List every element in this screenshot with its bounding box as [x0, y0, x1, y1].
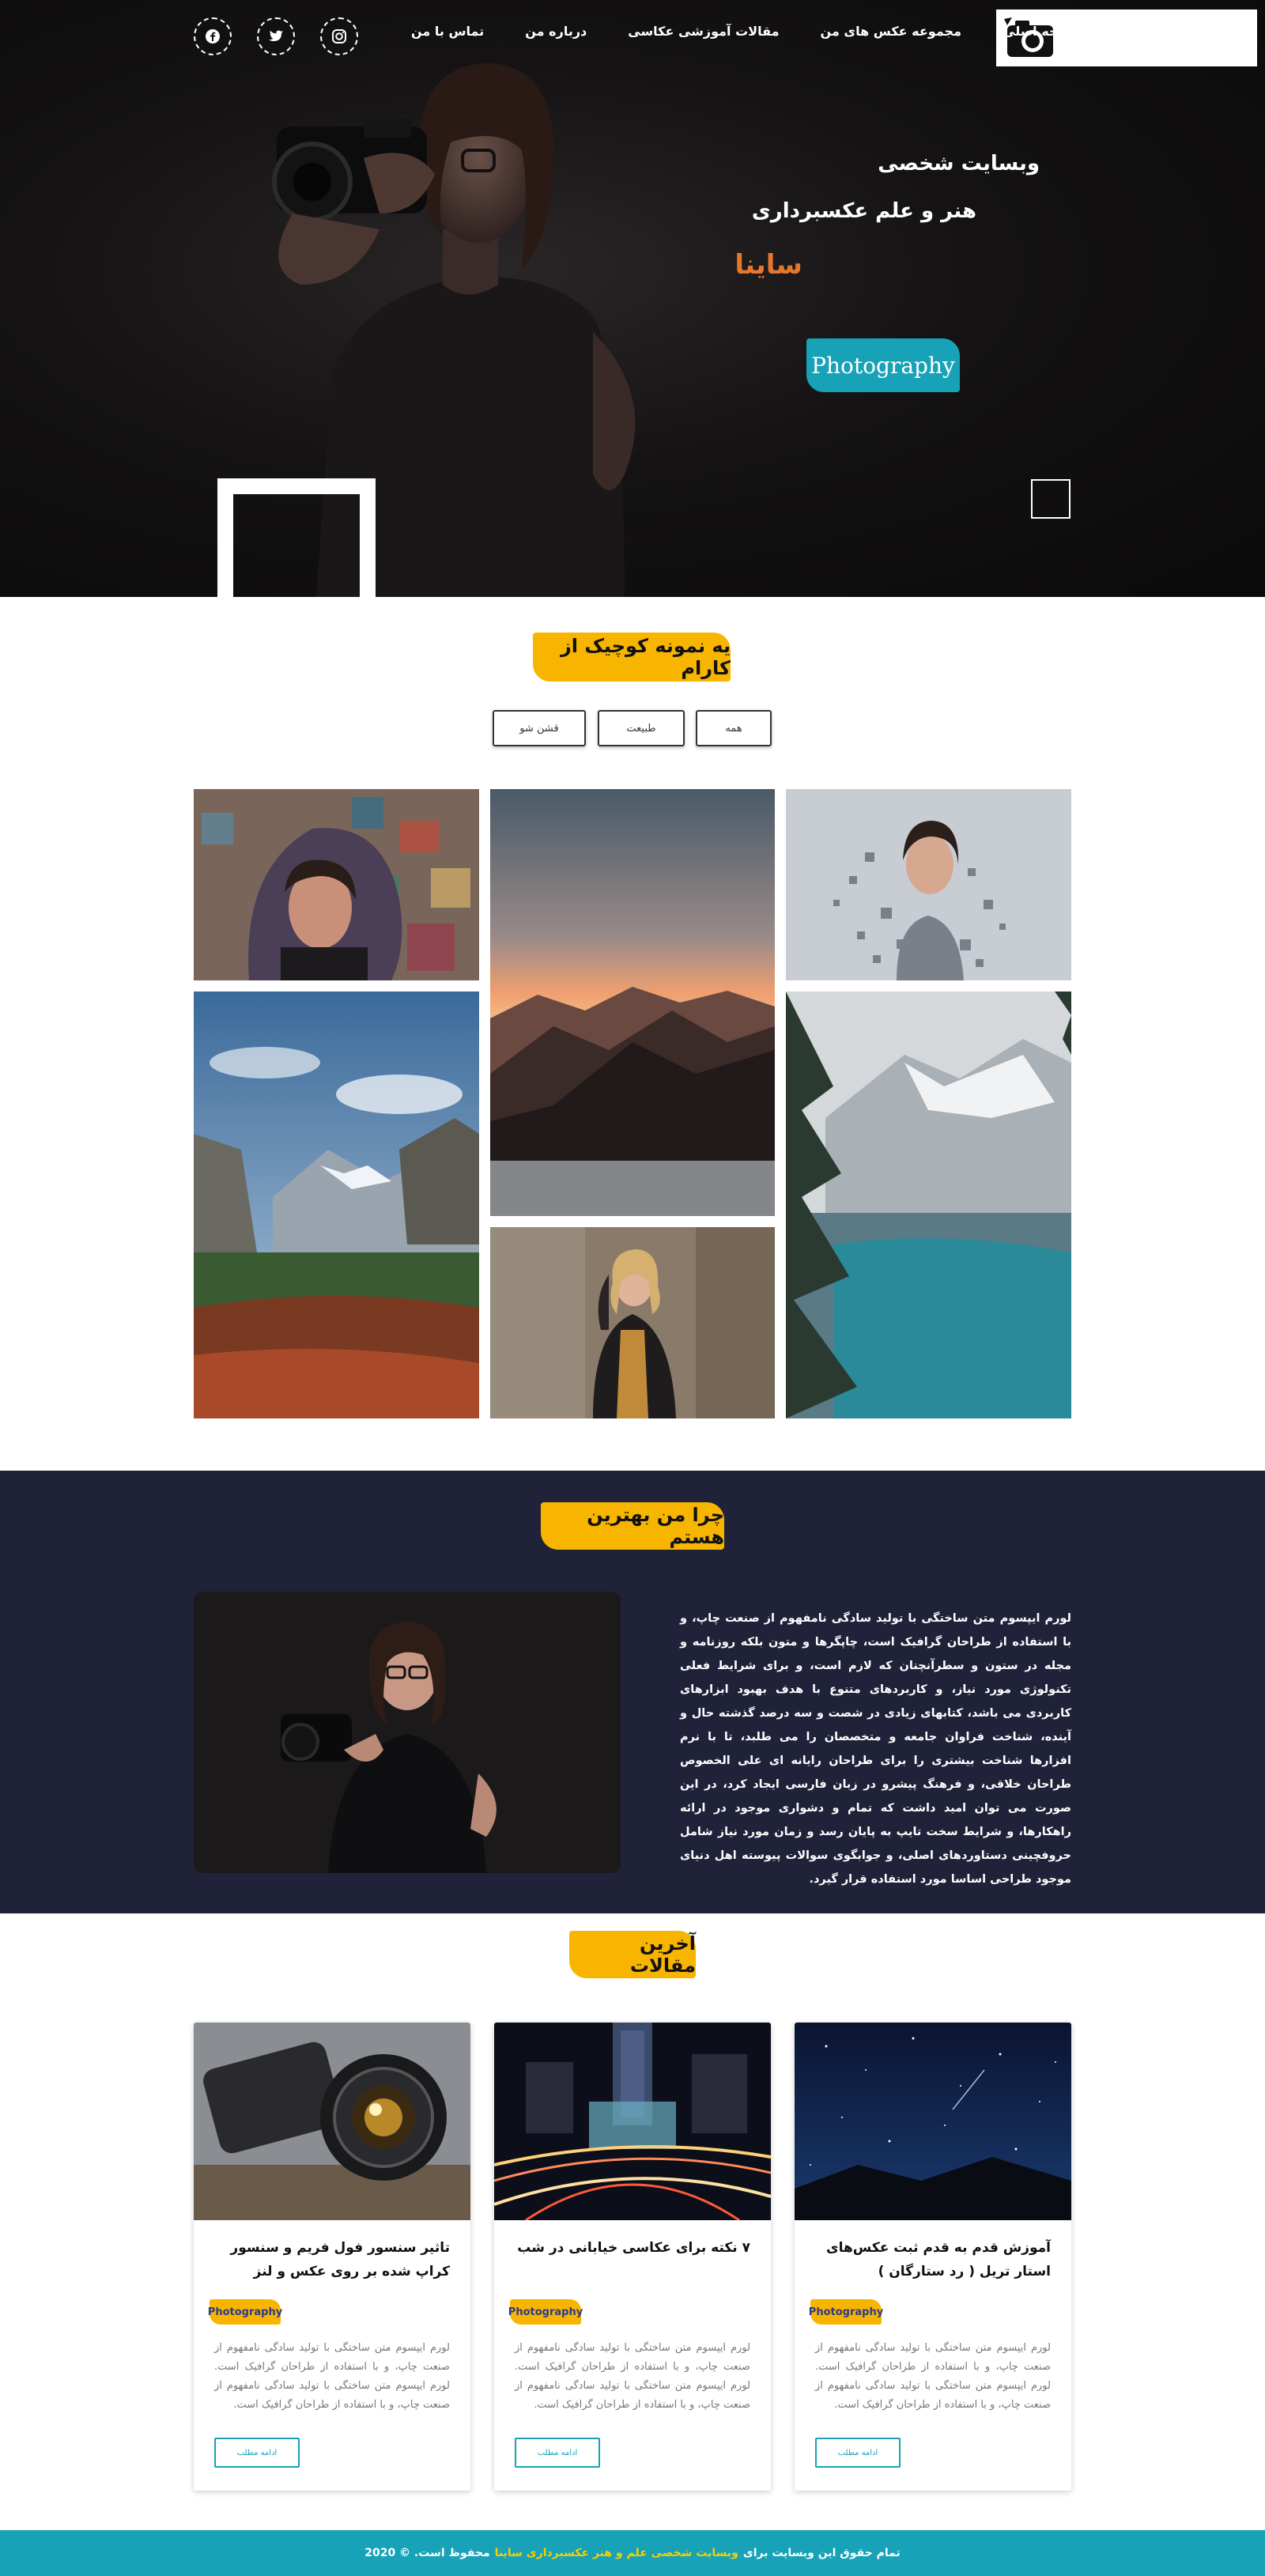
gallery-image-mountain-sunset[interactable] — [490, 789, 775, 1216]
gallery-image-hooded-woman[interactable] — [194, 789, 479, 980]
twitter-icon — [269, 30, 283, 41]
article-image-star-trails[interactable] — [795, 2023, 1071, 2220]
article-excerpt: لورم ایپسوم متن ساختگی با تولید سادگی نا… — [214, 2342, 450, 2411]
article-excerpt: لورم ایپسوم متن ساختگی با تولید سادگی نا… — [815, 2342, 1051, 2411]
article-category-badge: Photography — [809, 2299, 883, 2325]
filter-nature-button[interactable]: طبیعت — [598, 710, 685, 746]
nav-item-home[interactable]: صفحه اصلی — [1003, 24, 1101, 39]
article-card: ۷ نکته برای عکاسی خیابانی در شب Photogra… — [494, 2023, 771, 2491]
hero-photography-badge: Photography — [806, 338, 960, 392]
hero-decorative-frame — [217, 478, 376, 597]
article-title[interactable]: آموزش قدم به قدم ثبت عکس‌های استار تریل … — [795, 2220, 1071, 2291]
instagram-link[interactable] — [320, 17, 358, 55]
nav-item-contact[interactable]: تماس با من — [411, 24, 484, 39]
nav-item-label: مجموعه عکس های من — [820, 24, 961, 39]
nav-item-label: تماس با من — [411, 24, 485, 39]
gallery-image-dispersion-portrait[interactable] — [786, 789, 1071, 980]
main-nav: صفحه اصلی مجموعه عکس های من مقالات آموزش… — [411, 24, 1101, 39]
article-category-badge: Photography — [208, 2299, 282, 2325]
article-image-camera-lens[interactable] — [194, 2023, 470, 2220]
portfolio-heading: یه نمونه کوچیک از کارام — [533, 633, 731, 682]
why-me-photo — [194, 1592, 621, 1873]
article-excerpt: لورم ایپسوم متن ساختگی با تولید سادگی نا… — [515, 2342, 750, 2411]
facebook-link[interactable] — [194, 17, 232, 55]
article-image-night-street[interactable] — [494, 2023, 771, 2220]
read-more-button[interactable]: ادامه مطلب — [815, 2438, 901, 2468]
nav-item-label: درباره من — [525, 24, 587, 39]
footer-site-link[interactable]: وبسایت شخصی علم و هنر عکسبرداری ساینا — [495, 2547, 738, 2559]
hero-title: وبسایت شخصی — [878, 152, 1040, 176]
footer-suffix: محفوظ است. © 2020 — [364, 2547, 490, 2559]
nav-item-about[interactable]: درباره من — [525, 24, 587, 39]
footer: تمام حقوق این وبسایت برای وبسایت شخصی عل… — [0, 2530, 1265, 2576]
nav-item-label: مقالات آموزشی عکاسی — [628, 24, 780, 39]
facebook-icon — [206, 29, 220, 43]
article-title[interactable]: ۷ نکته برای عکاسی خیابانی در شب — [494, 2220, 771, 2291]
gallery-image-yosemite-valley[interactable] — [194, 991, 479, 1418]
article-category-badge: Photography — [508, 2299, 583, 2325]
hero-decorative-square — [1031, 479, 1071, 519]
hero-section: صفحه اصلی مجموعه عکس های من مقالات آموزش… — [0, 0, 1265, 597]
article-title[interactable]: تاثیر سنسور فول فریم و سنسور کراپ شده بر… — [194, 2220, 470, 2291]
article-card: آموزش قدم به قدم ثبت عکس‌های استار تریل … — [795, 2023, 1071, 2491]
why-me-text: لورم ایپسوم متن ساختگی با تولید سادگی نا… — [680, 1612, 1071, 1886]
twitter-link[interactable] — [257, 17, 295, 55]
footer-prefix: تمام حقوق این وبسایت برای — [742, 2547, 901, 2559]
read-more-button[interactable]: ادامه مطلب — [515, 2438, 600, 2468]
filter-all-button[interactable]: همه — [696, 710, 772, 746]
why-me-section: چرا من بهترین هستم لورم ایپسوم متن ساختگ… — [0, 1471, 1265, 1913]
social-links — [194, 17, 358, 55]
instagram-icon — [332, 29, 346, 43]
read-more-button[interactable]: ادامه مطلب — [214, 2438, 300, 2468]
article-card: تاثیر سنسور فول فریم و سنسور کراپ شده بر… — [194, 2023, 470, 2491]
nav-item-label: صفحه اصلی — [1003, 24, 1080, 39]
why-me-heading: چرا من بهترین هستم — [541, 1502, 724, 1550]
articles-heading: آخرین مقالات — [569, 1931, 696, 1978]
nav-item-articles[interactable]: مقالات آموزشی عکاسی — [628, 24, 779, 39]
nav-item-gallery[interactable]: مجموعه عکس های من — [821, 24, 961, 39]
gallery-image-mountain-lake[interactable] — [786, 991, 1071, 1418]
gallery-image-woman-jacket[interactable] — [490, 1227, 775, 1418]
hero-subtitle: هنر و علم عکسبرداری — [751, 199, 976, 223]
filter-show-button[interactable]: قشن شو — [493, 710, 586, 746]
home-icon — [1086, 25, 1101, 38]
hero-name: ساینا — [734, 249, 802, 281]
